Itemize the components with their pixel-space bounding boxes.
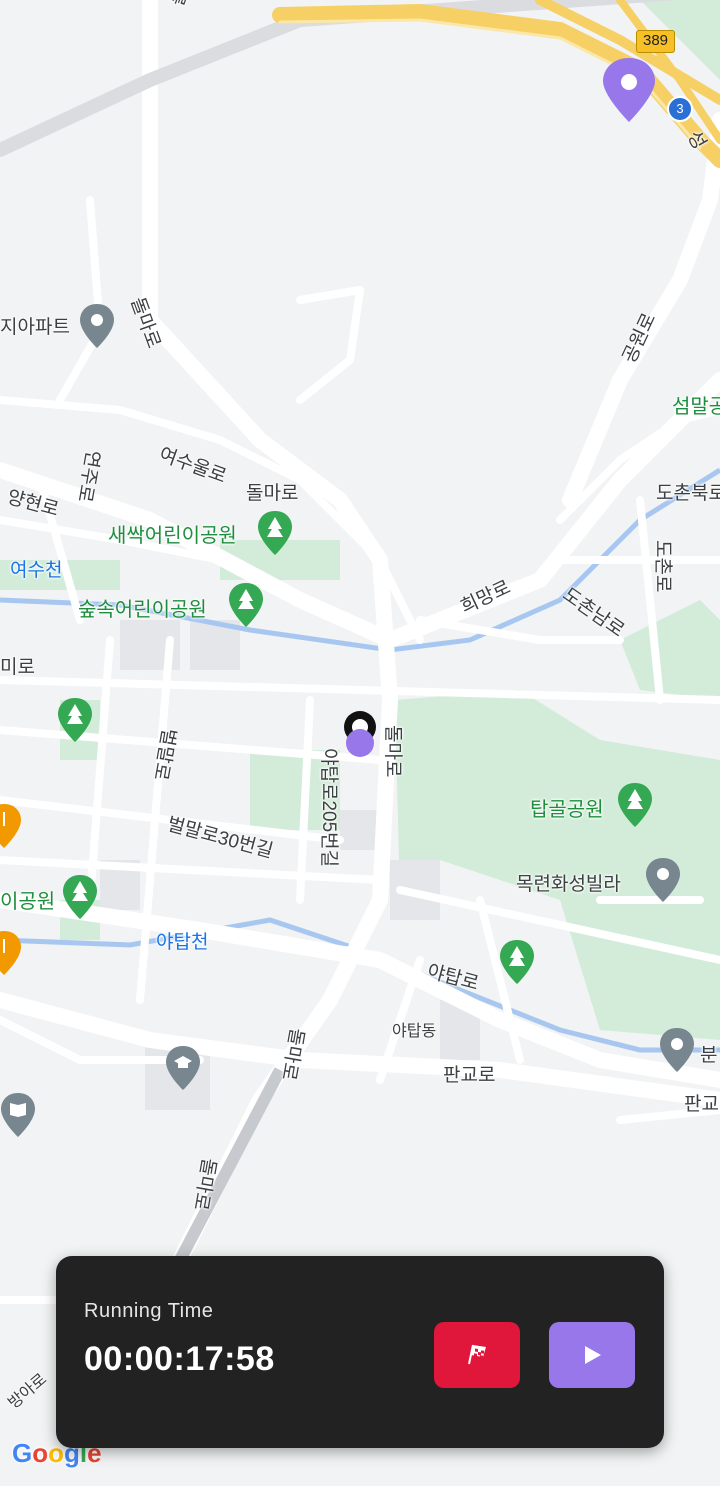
map-label-road: 판교 <box>684 1094 719 1115</box>
map-label-park: 탑골공원 <box>530 799 604 821</box>
running-time-panel: Running Time 00:00:17:58 <box>56 1256 664 1448</box>
map-label-park: 이공원 <box>0 891 56 913</box>
map-label-place: 분 <box>700 1045 718 1066</box>
map-label-park: 숲속어린이공원 <box>78 599 207 621</box>
play-button[interactable] <box>549 1322 635 1388</box>
map-label-place: 야탑동 <box>392 1023 437 1040</box>
route-shield: 389 <box>636 30 676 53</box>
map-label-park: 새싹어린이공원 <box>108 525 237 547</box>
map-label-place: 목련화성빌라 <box>516 874 621 895</box>
map-label-road: 돌마로 <box>382 725 403 778</box>
finish-button[interactable] <box>434 1322 520 1388</box>
map-label-road: 미로 <box>0 657 35 678</box>
checkered-flag-icon <box>468 1344 486 1365</box>
map-label-water: 야탑천 <box>156 932 209 953</box>
map-label-road: 판교로 <box>443 1065 496 1086</box>
running-time-value: 00:00:17:58 <box>84 1340 275 1378</box>
map-label-water: 여수천 <box>10 560 63 581</box>
running-time-label: Running Time <box>84 1300 214 1322</box>
play-icon <box>585 1346 601 1364</box>
map-label-park: 섬말공 <box>672 396 720 418</box>
map-label-road: 돌마로 <box>246 483 299 504</box>
current-location-icon <box>344 711 376 757</box>
map-label-road: 야탑로205번길 <box>318 748 339 868</box>
route-shield: 3 <box>667 96 693 122</box>
map-label-road: 도촌로 <box>652 540 673 593</box>
map-label-road: 도촌북로 <box>656 483 720 504</box>
map-label-place: 지아파트 <box>0 317 70 338</box>
